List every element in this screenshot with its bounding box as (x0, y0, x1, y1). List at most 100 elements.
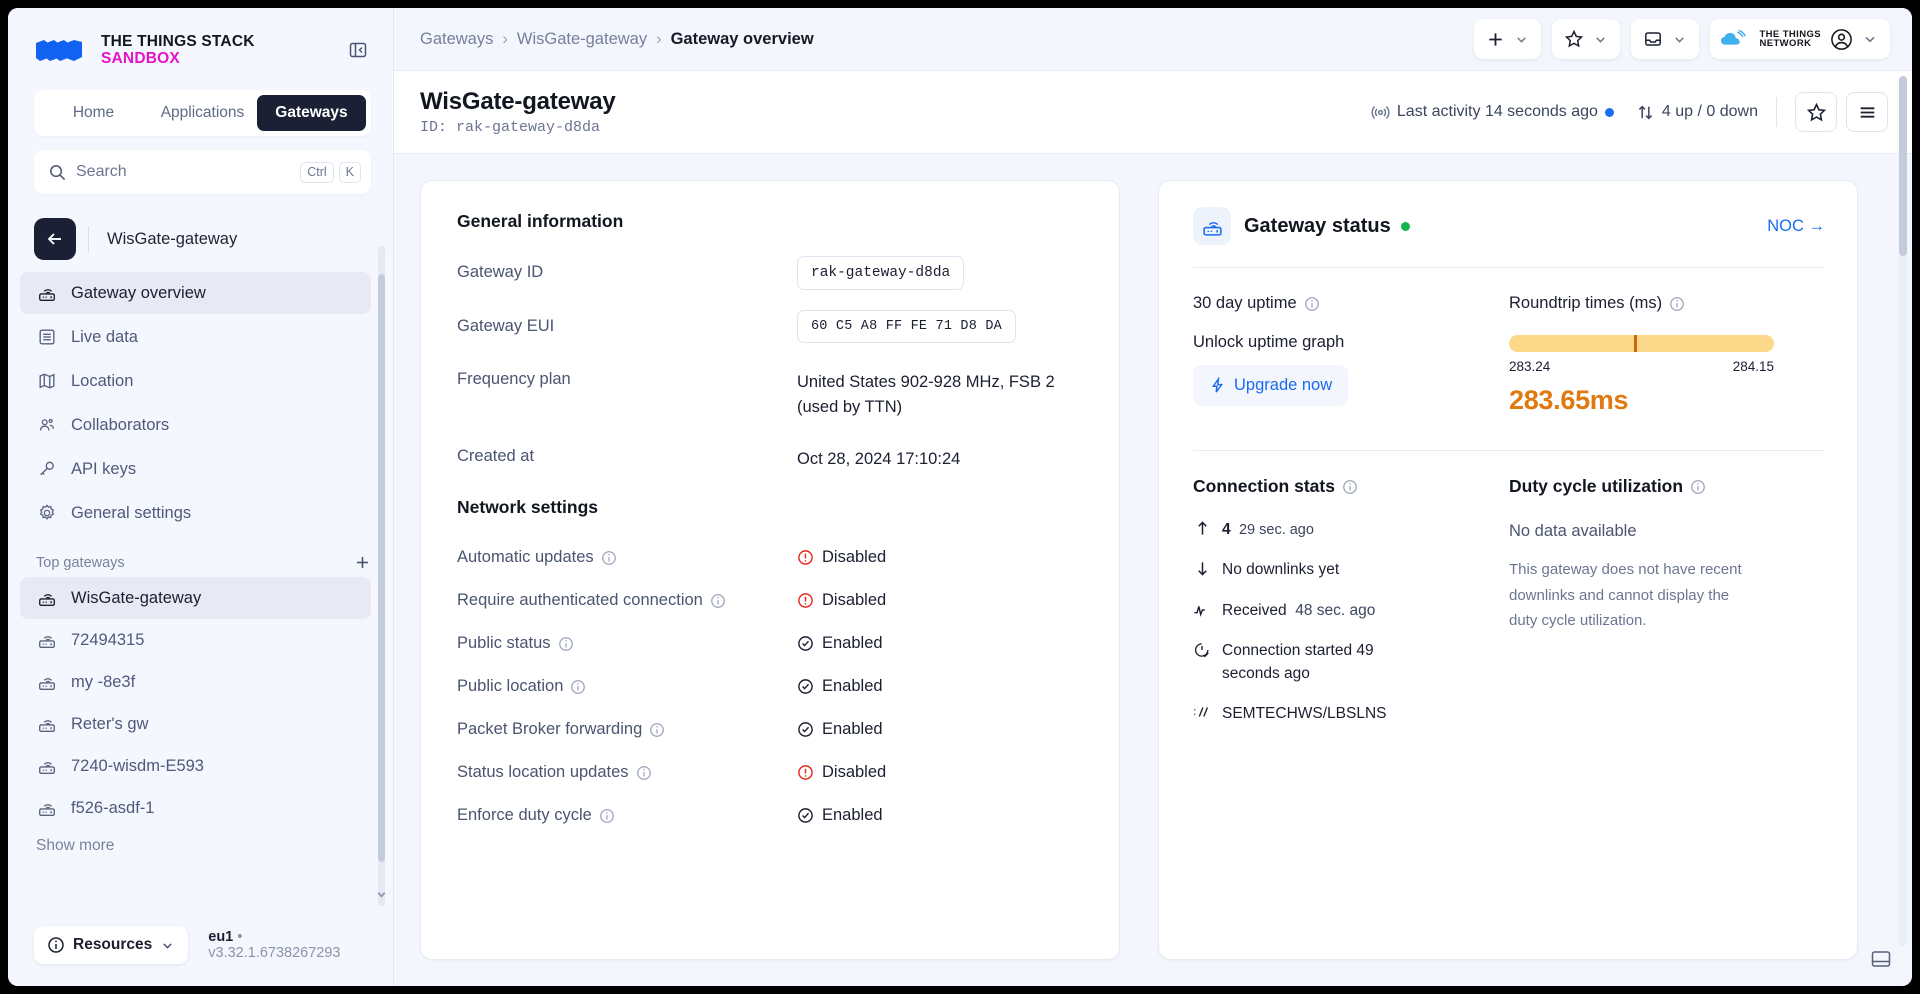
setting-value: Enabled (797, 720, 883, 739)
page-title: WisGate-gateway (420, 88, 616, 115)
uptime-column: 30 day uptime Unlock uptime graph Upgrad… (1193, 294, 1509, 416)
info-icon[interactable] (1690, 479, 1706, 495)
last-activity-text: Last activity 14 seconds ago (1396, 103, 1598, 120)
list-item-label: 7240-wisdm-E593 (71, 756, 204, 775)
setting-label-text: Automatic updates (457, 548, 594, 567)
sidebar-item-location[interactable]: Location (20, 360, 371, 402)
star-icon (1564, 29, 1584, 49)
frequency-plan-value: United States 902-928 MHz, FSB 2 (used b… (797, 373, 1055, 416)
setting-value: Enabled (797, 677, 883, 696)
connection-stats-column: Connection stats 4 29 sec. ago No downli… (1193, 476, 1509, 744)
sidebar-item-label: Location (71, 371, 134, 390)
info-icon[interactable] (710, 593, 726, 609)
list-item[interactable]: WisGate-gateway (20, 577, 371, 619)
sidebar-scrollbar[interactable] (378, 246, 385, 906)
page-header-actions: Last activity 14 seconds ago 4 up / 0 do… (1371, 92, 1888, 132)
search-input[interactable]: Search Ctrl K (34, 150, 371, 194)
sidebar-item-gateway-overview[interactable]: Gateway overview (20, 272, 371, 314)
main-scrollbar-thumb[interactable] (1899, 76, 1907, 256)
back-button[interactable] (34, 218, 76, 260)
list-item[interactable]: 7240-wisdm-E593 (20, 745, 371, 787)
gateway-id-field[interactable]: rak-gateway-d8da (797, 256, 965, 290)
add-button[interactable] (1474, 19, 1542, 59)
gateway-eui-field[interactable]: 60 C5 A8 FF FE 71 D8 DA (797, 310, 1016, 343)
list-item[interactable]: f526-asdf-1 (20, 787, 371, 829)
duty-cycle-title-text: Duty cycle utilization (1509, 476, 1684, 496)
collapse-sidebar-icon[interactable] (345, 37, 371, 63)
resources-button[interactable]: Resources (34, 926, 189, 964)
noc-link[interactable]: NOC → (1767, 217, 1825, 236)
received-time: 48 sec. ago (1295, 601, 1376, 619)
received-text: Received 48 sec. ago (1222, 600, 1375, 622)
top-gateways-header: Top gateways (36, 554, 371, 571)
user-menu-button[interactable]: THE THINGS NETWORK (1710, 19, 1890, 59)
sidebar-item-collaborators[interactable]: Collaborators (20, 404, 371, 446)
duty-cycle-description: This gateway does not have recent downli… (1509, 561, 1742, 629)
gateway-status-card: Gateway status NOC → 30 day uptime Unloc… (1158, 180, 1858, 960)
list-item[interactable]: my -8e3f (20, 661, 371, 703)
info-icon[interactable] (558, 636, 574, 652)
entity-back-row: WisGate-gateway (34, 218, 371, 260)
info-icon[interactable] (1304, 296, 1320, 312)
connection-duty-grid: Connection stats 4 29 sec. ago No downli… (1193, 451, 1825, 744)
sidebar-item-api-keys[interactable]: API keys (20, 448, 371, 490)
panel-toggle-icon[interactable] (1868, 946, 1894, 972)
info-row-gateway-id: Gateway ID rak-gateway-d8da (457, 256, 1085, 290)
list-item[interactable]: Reter's gw (20, 703, 371, 745)
breadcrumb-current: Gateway overview (670, 29, 814, 48)
sidebar-item-live-data[interactable]: Live data (20, 316, 371, 358)
info-icon[interactable] (601, 550, 617, 566)
upgrade-now-button[interactable]: Upgrade now (1193, 365, 1349, 406)
status-badge (1400, 221, 1410, 231)
setting-label: Automatic updates (457, 548, 797, 567)
list-item[interactable]: 72494315 (20, 619, 371, 661)
page-menu-button[interactable] (1846, 92, 1888, 132)
gateway-icon (36, 630, 58, 650)
add-gateway-icon[interactable] (354, 554, 371, 571)
list-item-protocol: SEMTECHWS/LBSLNS (1193, 703, 1509, 725)
sidebar-item-label: Collaborators (71, 415, 170, 434)
arrow-down-icon (1193, 559, 1211, 577)
roundtrip-current: 283.65ms (1509, 385, 1629, 415)
sidebar-scroll-down-icon[interactable] (375, 888, 387, 900)
info-icon[interactable] (636, 765, 652, 781)
unlock-uptime-text: Unlock uptime graph (1193, 333, 1345, 351)
info-icon[interactable] (570, 679, 586, 695)
info-icon[interactable] (649, 722, 665, 738)
tab-gateways[interactable]: Gateways (257, 95, 366, 131)
list-item-received: Received 48 sec. ago (1193, 600, 1509, 622)
info-label: Gateway ID (457, 263, 544, 281)
list-item-connection-started: Connection started 49 seconds ago (1193, 640, 1509, 685)
main-scrollbar[interactable] (1899, 76, 1907, 946)
info-icon[interactable] (599, 808, 615, 824)
notifications-button[interactable] (1631, 19, 1700, 59)
roundtrip-label-text: Roundtrip times (ms) (1509, 294, 1663, 312)
bookmark-page-button[interactable] (1795, 92, 1837, 132)
sidebar-item-label: Live data (71, 327, 138, 346)
show-more-button[interactable]: Show more (36, 837, 393, 855)
sidebar-item-general-settings[interactable]: General settings (20, 492, 371, 534)
gateway-icon (36, 283, 58, 303)
chevron-down-icon (1672, 32, 1687, 47)
gateway-icon (36, 798, 58, 818)
info-icon[interactable] (1669, 296, 1685, 312)
breadcrumb-separator: › (656, 29, 662, 48)
tab-applications[interactable]: Applications (148, 95, 257, 131)
setting-label: Packet Broker forwarding (457, 720, 797, 739)
gateway-icon (36, 756, 58, 776)
info-row-frequency-plan: Frequency plan United States 902-928 MHz… (457, 363, 1085, 420)
tab-home[interactable]: Home (39, 95, 148, 131)
setting-value: Disabled (797, 763, 886, 782)
duty-cycle-title: Duty cycle utilization (1509, 476, 1825, 497)
sidebar-scrollbar-thumb[interactable] (378, 274, 385, 862)
bookmarks-button[interactable] (1552, 19, 1621, 59)
setting-value: Enabled (797, 634, 883, 653)
sidebar-item-label: API keys (71, 459, 137, 478)
breadcrumb-gateways[interactable]: Gateways (420, 30, 493, 49)
setting-row-packet-broker-forwarding: Packet Broker forwarding Enabled (457, 708, 1085, 751)
breadcrumb-wisgate-gateway[interactable]: WisGate-gateway (517, 30, 647, 49)
sidebar-footer: Resources eu1 • v3.32.1.6738267293 (8, 926, 393, 986)
info-icon[interactable] (1342, 479, 1358, 495)
top-gateways-list: WisGate-gateway 72494315 my -8e3f Reter'… (8, 577, 393, 829)
map-icon (36, 371, 58, 391)
